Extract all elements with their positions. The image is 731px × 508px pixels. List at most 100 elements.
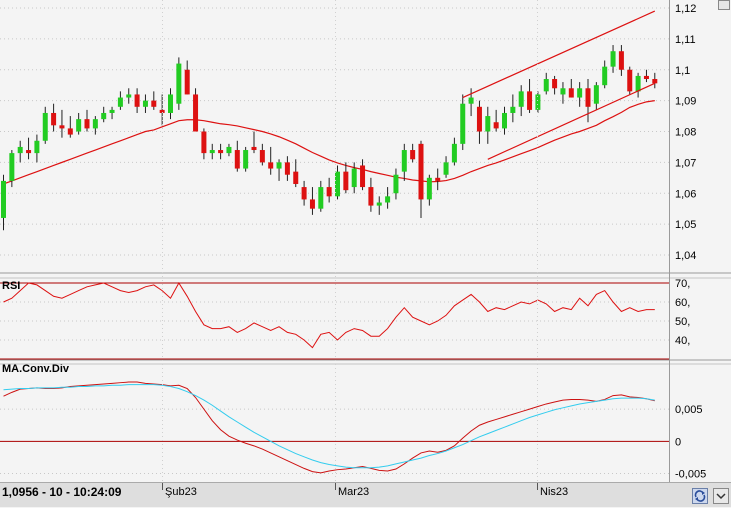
candle-up xyxy=(577,88,583,98)
price-tick-label: 1,11 xyxy=(675,34,696,46)
candle-down xyxy=(234,150,240,169)
candle-up xyxy=(226,146,232,154)
candle-up xyxy=(209,150,215,154)
candle-up xyxy=(543,79,549,92)
candle-up xyxy=(385,196,391,203)
candle-down xyxy=(568,88,574,98)
candle-up xyxy=(351,168,357,188)
candle-down xyxy=(51,112,57,126)
status-bar: 1,0956 - 10 - 10:24:09 Şub23 Mar23 Nis23 xyxy=(0,482,731,507)
macd-tick-label: 0 xyxy=(675,436,681,448)
candle-down xyxy=(309,199,315,209)
rsi-label: RSI xyxy=(2,280,20,292)
candle-up xyxy=(42,112,48,141)
candle-down xyxy=(184,69,190,95)
rsi-tick-label: 50, xyxy=(675,316,690,328)
rsi-tick-label: 70, xyxy=(675,278,690,290)
signal-line xyxy=(3,384,655,469)
macd-label: MA.Conv.Div xyxy=(2,363,70,375)
price-tick-label: 1,06 xyxy=(675,188,696,200)
candle-up xyxy=(243,150,249,169)
candle-up xyxy=(426,177,432,200)
candle-down xyxy=(585,88,591,107)
price-tick-label: 1,04 xyxy=(675,250,696,262)
date-tick xyxy=(537,483,538,490)
candle-up xyxy=(602,66,608,86)
chart-area[interactable]: 1,04 1,05 1,06 1,07 1,08 1,09 1,1 1,11 1,12 70, 6… xyxy=(0,0,731,482)
candle-down xyxy=(435,177,441,181)
candle-down xyxy=(343,171,349,191)
candle-up xyxy=(101,112,107,120)
candle-up xyxy=(109,109,115,113)
date-label-feb: Şub23 xyxy=(165,486,197,498)
candle-up xyxy=(560,88,566,95)
rsi-panel: 70, 60, 50, 40, xyxy=(0,278,690,360)
macd-tick-label: -0,005 xyxy=(675,469,706,481)
candle-up xyxy=(502,112,507,129)
candle-up xyxy=(1,180,6,218)
candle-down xyxy=(268,162,274,169)
candle-down xyxy=(293,171,299,184)
candle-down xyxy=(552,79,558,89)
candle-down xyxy=(476,106,482,132)
candle-down xyxy=(201,131,207,154)
price-tick-label: 1,05 xyxy=(675,219,696,231)
candle-down xyxy=(360,165,366,188)
candle-down xyxy=(527,91,533,110)
candle-down xyxy=(410,150,416,160)
candle-down xyxy=(618,51,624,70)
date-label-mar: Mar23 xyxy=(338,486,370,498)
candle-up xyxy=(376,202,382,206)
candle-down xyxy=(59,125,65,129)
candle-down xyxy=(151,100,157,107)
candle-up xyxy=(9,153,15,181)
candle-down xyxy=(493,122,499,129)
candle-up xyxy=(635,75,641,92)
candle-up xyxy=(142,100,148,107)
candle-up xyxy=(460,103,466,144)
price-tick-label: 1,08 xyxy=(675,127,696,139)
candle-up xyxy=(610,51,616,67)
candle-up xyxy=(593,85,599,104)
candle-up xyxy=(318,187,324,209)
price-axis: 1,04 1,05 1,06 1,07 1,08 1,09 1,1 1,11 1,12 xyxy=(675,3,696,262)
candle-down xyxy=(284,162,290,175)
candle-down xyxy=(218,150,224,154)
candle-up xyxy=(510,106,516,113)
price-time-readout: 1,0956 - 10 - 10:24:09 xyxy=(2,485,122,499)
candle-up xyxy=(468,97,474,104)
candle-up xyxy=(485,116,491,132)
sync-icon[interactable] xyxy=(692,488,708,504)
candle-up xyxy=(443,162,449,175)
date-label-apr: Nis23 xyxy=(540,486,569,498)
candle-down xyxy=(368,187,374,206)
panel-corner-button[interactable] xyxy=(718,0,730,10)
candle-up xyxy=(117,97,123,107)
candle-down xyxy=(193,94,199,132)
price-tick-label: 1,09 xyxy=(675,96,696,108)
candle-down xyxy=(134,94,140,107)
candle-down xyxy=(251,146,257,151)
candle-down xyxy=(67,128,73,135)
rsi-line xyxy=(3,282,655,349)
rsi-tick-label: 60, xyxy=(675,297,690,309)
candle-down xyxy=(418,143,424,200)
candle-up xyxy=(34,140,40,154)
price-tick-label: 1,1 xyxy=(675,65,690,77)
price-panel-bg xyxy=(0,0,669,273)
candle-down xyxy=(301,187,307,200)
candle-down xyxy=(652,79,658,84)
chevron-down-icon[interactable] xyxy=(713,488,729,504)
candle-down xyxy=(326,187,332,197)
candle-up xyxy=(76,119,82,132)
macd-panel: 0,005 0 -0,005 xyxy=(0,381,706,481)
candle-up xyxy=(451,143,457,163)
candle-down xyxy=(643,75,649,80)
candle-down xyxy=(259,150,265,163)
price-tick-label: 1,12 xyxy=(675,3,696,15)
candle-up xyxy=(393,174,399,194)
rsi-tick-label: 40, xyxy=(675,335,690,347)
macd-line xyxy=(3,381,655,474)
candle-up xyxy=(17,146,23,154)
candle-up xyxy=(401,150,407,172)
